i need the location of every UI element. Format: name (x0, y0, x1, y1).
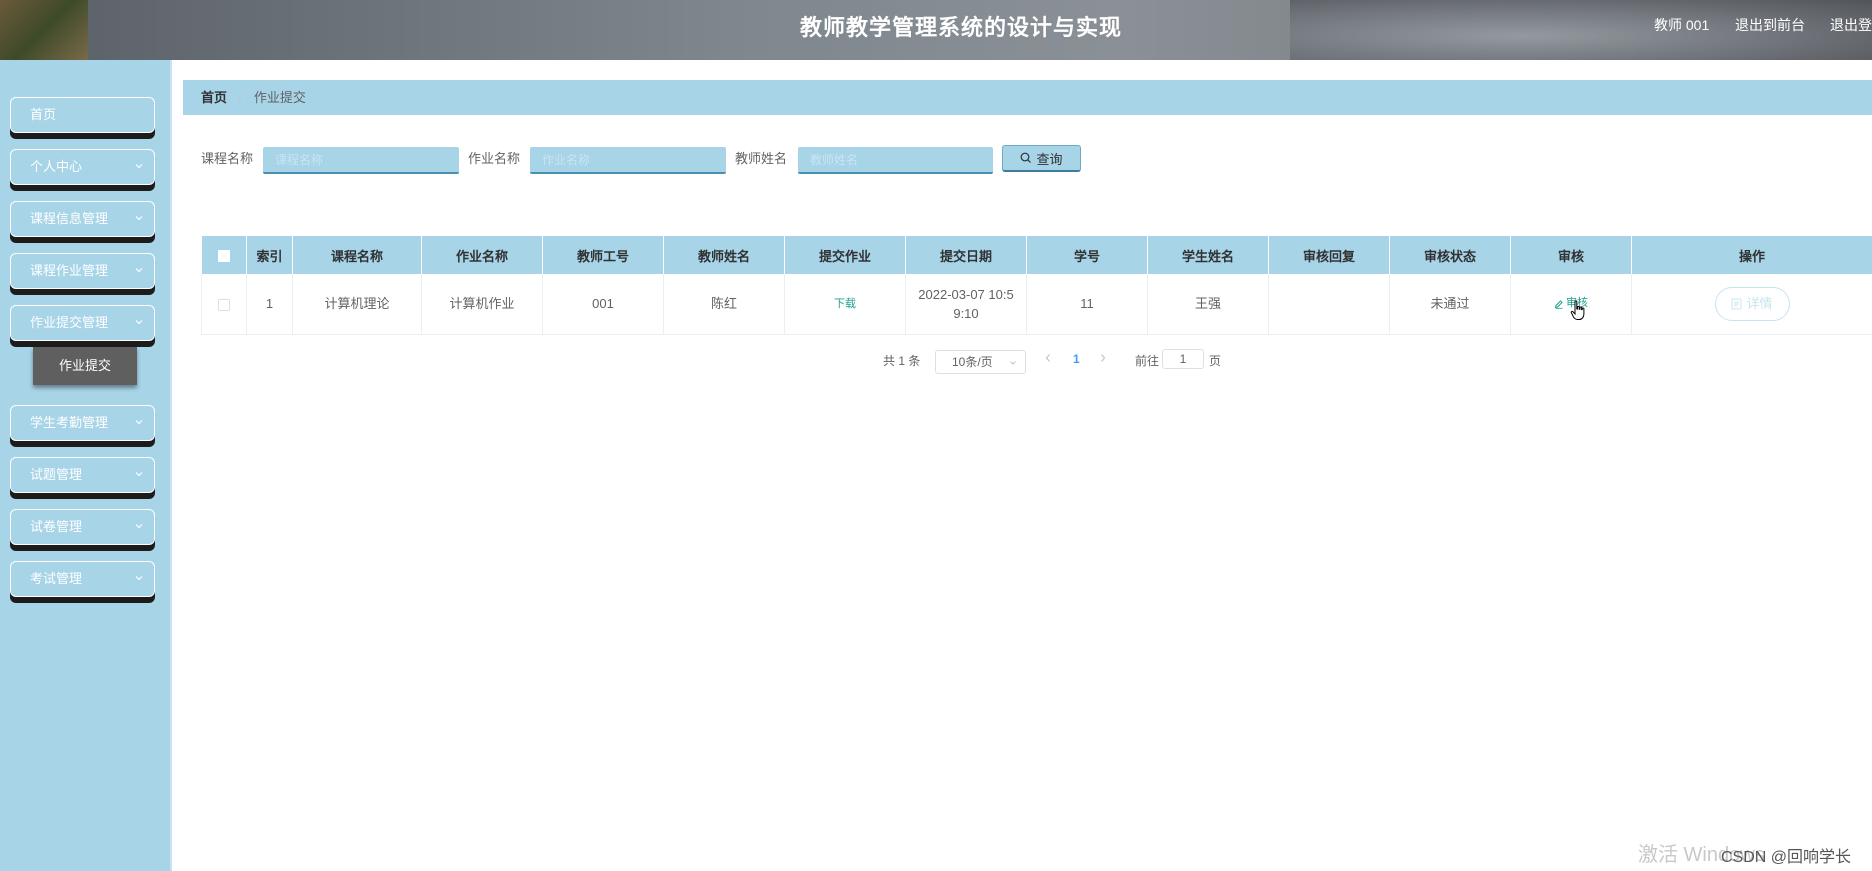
sidebar-item-label: 作业提交管理 (30, 315, 109, 330)
cell-homework: 计算机作业 (421, 274, 543, 335)
column-header: 提交日期 (905, 236, 1027, 274)
sidebar-item-attendance[interactable]: 学生考勤管理 (10, 405, 155, 441)
breadcrumb-separator: / (238, 90, 243, 105)
sidebar-item-label: 学生考勤管理 (30, 415, 109, 430)
csdn-watermark: CSDN @回响学长 (1721, 849, 1852, 866)
cell-teacher-name: 陈红 (663, 274, 785, 335)
row-select-cell[interactable] (201, 274, 247, 335)
page-word-label: 页 (1209, 354, 1222, 368)
cell-submit-date: 2022-03-07 10:5 9:10 (905, 274, 1027, 335)
chevron-down-icon (135, 268, 143, 273)
goto-label: 前往 (1135, 354, 1160, 368)
page-size-value: 10条/页 (952, 355, 993, 369)
sidebar-item-personal-center[interactable]: 个人中心 (10, 149, 155, 185)
goto-page-input[interactable]: 1 (1162, 349, 1204, 369)
homework-submission-table: 索引 课程名称 作业名称 教师工号 教师姓名 提交作业 提交日期 学号 学生姓名… (201, 236, 1872, 335)
chevron-down-icon (135, 164, 143, 169)
chevron-down-icon (135, 472, 143, 477)
audit-link[interactable]: 审核 (1554, 294, 1588, 320)
exit-to-front-link[interactable]: 退出到前台 (1735, 15, 1805, 35)
download-link[interactable]: 下载 (834, 298, 856, 310)
chevron-down-icon (135, 420, 143, 425)
chevron-down-icon (135, 216, 143, 221)
column-header: 索引 (246, 236, 293, 274)
teacher-name-input[interactable] (798, 147, 993, 174)
sidebar-item-home[interactable]: 首页 (10, 97, 155, 133)
sidebar-item-papers[interactable]: 试卷管理 (10, 509, 155, 545)
cell-submit-file: 下载 (784, 274, 906, 335)
detail-button[interactable]: 详情 (1714, 286, 1790, 321)
course-name-input[interactable] (263, 147, 459, 174)
homework-name-label: 作业名称 (468, 151, 521, 166)
column-header: 教师姓名 (663, 236, 785, 274)
edit-icon (1554, 299, 1563, 309)
cell-student-name: 王强 (1147, 274, 1269, 335)
select-all-cell[interactable] (201, 236, 247, 274)
chevron-down-icon (135, 524, 143, 529)
prev-page-button[interactable] (1044, 350, 1052, 366)
cell-index: 1 (246, 274, 293, 335)
breadcrumb-home[interactable]: 首页 (201, 90, 227, 105)
sidebar-item-label: 个人中心 (30, 159, 83, 174)
homework-name-input[interactable] (530, 147, 726, 174)
sidebar-item-course-info[interactable]: 课程信息管理 (10, 201, 155, 237)
column-header: 课程名称 (292, 236, 422, 274)
current-user: 教师 001 (1654, 17, 1710, 33)
select-all-checkbox[interactable] (217, 250, 230, 263)
breadcrumb-current: 作业提交 (253, 90, 306, 105)
sidebar-item-questions[interactable]: 试题管理 (10, 457, 155, 493)
sidebar-item-label: 试卷管理 (30, 519, 83, 534)
column-header: 学号 (1026, 236, 1148, 274)
sidebar-item-course-homework[interactable]: 课程作业管理 (10, 253, 155, 289)
app-title: 教师教学管理系统的设计与实现 (799, 15, 1122, 40)
chevron-down-icon (135, 320, 143, 325)
breadcrumb: 首页 / 作业提交 (183, 80, 1872, 115)
column-header: 教师工号 (542, 236, 664, 274)
submenu-item-homework-submit[interactable]: 作业提交 (33, 347, 137, 385)
cell-student-no: 11 (1026, 274, 1148, 335)
column-header: 学生姓名 (1147, 236, 1269, 274)
cell-reply (1268, 274, 1390, 335)
top-header: 教师教学管理系统的设计与实现 教师 001 退出到前台 退出登 (0, 0, 1872, 60)
logout-link[interactable]: 退出登 (1830, 15, 1872, 35)
row-checkbox[interactable] (218, 298, 230, 311)
column-header: 提交作业 (784, 236, 906, 274)
sidebar-item-label: 考试管理 (30, 571, 83, 586)
column-header: 审核状态 (1389, 236, 1511, 274)
sidebar-item-label: 试题管理 (30, 467, 83, 482)
teacher-name-label: 教师姓名 (735, 151, 788, 166)
cell-actions: 详情 (1631, 274, 1872, 335)
sidebar: 首页 个人中心 课程信息管理 课程作业管理 作业提交管理 作业提交 学生考勤管理… (0, 60, 172, 871)
sidebar-item-homework-submission[interactable]: 作业提交管理 (10, 305, 155, 341)
page-number-current[interactable]: 1 (1073, 352, 1080, 366)
detail-button-label: 详情 (1746, 296, 1773, 312)
cell-audit: 审核 (1510, 274, 1632, 335)
chevron-down-icon (135, 576, 143, 581)
cell-status: 未通过 (1389, 274, 1511, 335)
search-icon (1021, 152, 1032, 163)
sidebar-item-label: 课程信息管理 (30, 211, 109, 226)
chevron-down-icon (1010, 361, 1016, 365)
column-header: 操作 (1631, 236, 1872, 274)
column-header: 审核回复 (1268, 236, 1390, 274)
table-row: 1 计算机理论 计算机作业 001 陈红 下载 2022-03-07 10:5 … (201, 274, 1872, 335)
course-name-label: 课程名称 (201, 151, 254, 166)
page-size-select[interactable]: 10条/页 (935, 350, 1026, 374)
sidebar-item-label: 课程作业管理 (30, 263, 109, 278)
hand-cursor-icon (1570, 300, 1585, 320)
column-header: 作业名称 (421, 236, 543, 274)
column-header: 审核 (1510, 236, 1632, 274)
document-icon (1731, 298, 1742, 310)
pagination-total: 共 1 条 (883, 354, 921, 368)
chevron-right-icon (1101, 354, 1106, 362)
chevron-left-icon (1045, 354, 1050, 362)
table-header-row: 索引 课程名称 作业名称 教师工号 教师姓名 提交作业 提交日期 学号 学生姓名… (201, 236, 1872, 274)
query-button[interactable]: 查询 (1002, 145, 1081, 172)
next-page-button[interactable] (1099, 350, 1107, 366)
sidebar-item-exams[interactable]: 考试管理 (10, 561, 155, 597)
cell-teacher-no: 001 (542, 274, 664, 335)
query-button-label: 查询 (1036, 151, 1063, 167)
sidebar-item-label: 首页 (30, 107, 57, 122)
cell-course: 计算机理论 (292, 274, 422, 335)
